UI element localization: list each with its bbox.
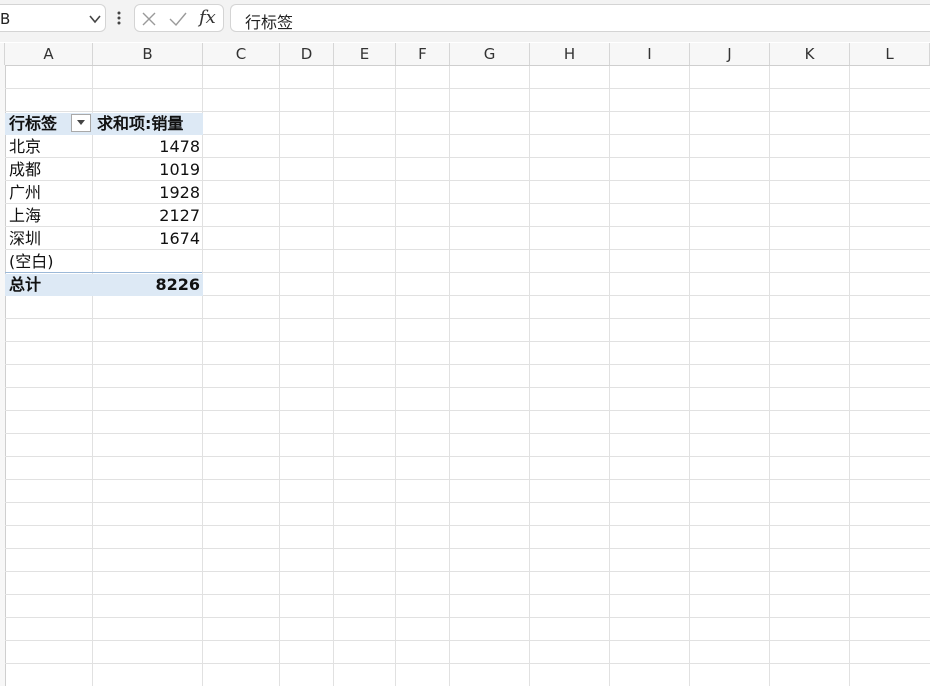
pivot-value-header[interactable]: 求和项:销量 <box>93 113 203 135</box>
pivot-row-label[interactable]: (空白) <box>5 251 93 273</box>
pivot-row-value[interactable] <box>93 251 203 273</box>
column-header-d[interactable]: D <box>280 43 334 65</box>
column-header-k[interactable]: K <box>770 43 850 65</box>
column-header-l[interactable]: L <box>850 43 930 65</box>
insert-function-button[interactable]: fx <box>199 7 216 28</box>
pivot-row-value[interactable]: 1674 <box>93 228 203 250</box>
pivot-row-value[interactable]: 1478 <box>93 136 203 158</box>
grid-line <box>395 66 396 686</box>
column-header-a[interactable]: A <box>5 43 93 65</box>
name-box[interactable]: B <box>0 4 106 32</box>
pivot-row-label[interactable]: 广州 <box>5 182 93 204</box>
column-header-j[interactable]: J <box>690 43 770 65</box>
column-header-b[interactable]: B <box>93 43 203 65</box>
pivot-row-label[interactable]: 深圳 <box>5 228 93 250</box>
pivot-row-value[interactable]: 2127 <box>93 205 203 227</box>
column-header-i[interactable]: I <box>610 43 690 65</box>
column-header-c[interactable]: C <box>203 43 280 65</box>
grid-line <box>849 66 850 686</box>
filter-dropdown-button[interactable] <box>71 114 91 132</box>
column-headers: A B C D E F G H I J K L <box>0 43 930 66</box>
column-header-e[interactable]: E <box>334 43 396 65</box>
grid-line <box>529 66 530 686</box>
check-icon[interactable] <box>169 11 187 27</box>
total-separator <box>5 272 202 273</box>
formula-bar: B fx 行标签 <box>0 0 930 42</box>
grid-line <box>449 66 450 686</box>
pivot-row-label[interactable]: 成都 <box>5 159 93 181</box>
formula-input[interactable]: 行标签 <box>230 4 930 32</box>
column-header-f[interactable]: F <box>396 43 450 65</box>
grid-line <box>609 66 610 686</box>
column-header-g[interactable]: G <box>450 43 530 65</box>
pivot-row-value[interactable]: 1019 <box>93 159 203 181</box>
grid-line <box>769 66 770 686</box>
pivot-total-value[interactable]: 8226 <box>93 274 203 296</box>
pivot-row-label[interactable]: 上海 <box>5 205 93 227</box>
chevron-down-icon[interactable] <box>88 12 102 26</box>
pivot-row-value[interactable]: 1928 <box>93 182 203 204</box>
name-box-value: B <box>0 10 11 28</box>
column-header-h[interactable]: H <box>530 43 610 65</box>
cancel-icon[interactable] <box>141 11 157 27</box>
grid-line <box>279 66 280 686</box>
formula-text: 行标签 <box>245 13 294 32</box>
pivot-row-label[interactable]: 北京 <box>5 136 93 158</box>
grid-line <box>689 66 690 686</box>
grid-line <box>333 66 334 686</box>
dropdown-arrow-icon <box>77 120 85 125</box>
formula-buttons: fx <box>134 4 224 32</box>
pivot-total-label[interactable]: 总计 <box>5 274 93 296</box>
more-options-icon[interactable] <box>116 10 122 26</box>
